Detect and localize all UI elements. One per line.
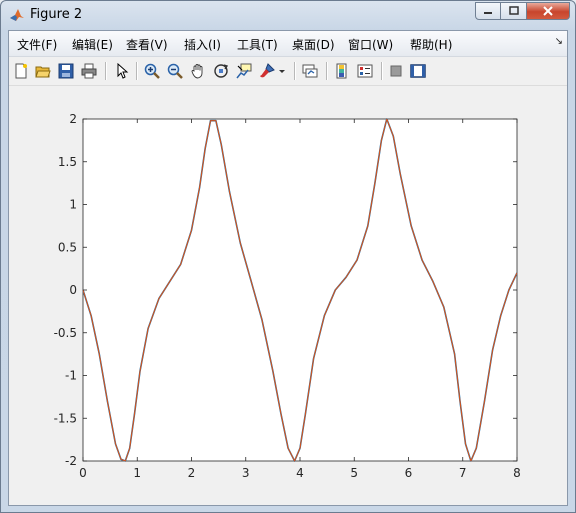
menu-desktop[interactable]: 桌面(D) (292, 36, 335, 53)
y-tick-label: 1 (69, 198, 77, 212)
x-tick-label: 8 (513, 466, 521, 480)
title-bar[interactable]: Figure 2 (1, 1, 575, 29)
rotate-3d-icon (214, 64, 229, 78)
close-icon (543, 6, 553, 16)
open-button[interactable] (34, 62, 52, 80)
hide-plot-tools-icon (390, 65, 402, 77)
minimize-button[interactable] (475, 2, 501, 20)
menu-bar: 文件(F) 编辑(E) 查看(V) 插入(I) 工具(T) 桌面(D) 窗口(W… (9, 31, 567, 57)
colorbar-icon (336, 63, 347, 79)
figure-canvas: 曲率 01234567821.510.50-0.5-1-1.5-2 (9, 86, 567, 505)
zoom-out-icon (167, 63, 183, 79)
minimize-icon (484, 12, 492, 14)
x-tick-label: 3 (242, 466, 250, 480)
x-tick-label: 5 (350, 466, 358, 480)
pan-hand-icon (191, 64, 203, 79)
menu-help[interactable]: 帮助(H) (410, 36, 452, 53)
open-icon (35, 66, 51, 78)
save-button[interactable] (57, 62, 75, 80)
hide-plot-tools-button[interactable] (387, 62, 405, 80)
brush-dropdown[interactable] (277, 62, 287, 80)
print-button[interactable] (80, 62, 98, 80)
x-tick-label: 0 (79, 466, 87, 480)
y-tick-label: 2 (69, 112, 77, 126)
y-tick-label: 0 (69, 283, 77, 297)
y-tick-label: -2 (65, 454, 77, 468)
print-icon (81, 63, 97, 79)
menu-edit[interactable]: 编辑(E) (72, 36, 113, 53)
close-button[interactable] (527, 2, 570, 20)
x-tick-label: 4 (296, 466, 304, 480)
brush-icon (260, 63, 275, 78)
legend-button[interactable] (356, 62, 374, 80)
x-tick-label: 7 (459, 466, 467, 480)
y-tick-label: -0.5 (54, 326, 77, 340)
y-tick-label: -1 (65, 369, 77, 383)
maximize-button[interactable] (501, 2, 527, 20)
plot-svg[interactable]: 0 1 2 3 4 5 6 7 8 2 1.5 1 0.5 0 -0.5 -1 -1.5 -2 (9, 86, 567, 505)
select-arrow-button[interactable] (113, 62, 131, 80)
colorbar-button[interactable] (333, 62, 351, 80)
show-plot-tools-button[interactable] (409, 62, 427, 80)
zoom-in-icon (144, 63, 160, 79)
rotate-3d-button[interactable] (212, 62, 230, 80)
data-cursor-button[interactable] (235, 62, 253, 80)
zoom-out-button[interactable] (166, 62, 184, 80)
menu-insert[interactable]: 插入(I) (184, 36, 221, 53)
toolbar-separator (294, 62, 296, 80)
pan-button[interactable] (189, 62, 207, 80)
zoom-in-button[interactable] (143, 62, 161, 80)
toolbar-separator (381, 62, 383, 80)
toolbar-separator (136, 62, 138, 80)
x-tick-label: 6 (405, 466, 413, 480)
menu-tools[interactable]: 工具(T) (237, 36, 278, 53)
x-tick-label: 2 (188, 466, 196, 480)
data-cursor-icon (236, 63, 252, 79)
menu-view[interactable]: 查看(V) (126, 36, 168, 53)
y-tick-label: -1.5 (54, 411, 77, 425)
window-title: Figure 2 (30, 7, 83, 22)
y-tick-label: 1.5 (58, 155, 77, 169)
matlab-logo-icon (10, 9, 24, 21)
window-controls (475, 2, 570, 22)
save-icon (58, 63, 74, 79)
x-tick-label: 1 (133, 466, 141, 480)
menu-file[interactable]: 文件(F) (17, 36, 57, 53)
show-plot-tools-icon (410, 64, 426, 78)
figure-window: Figure 2 文件(F) 编辑(E) 查看(V) 插入(I) 工具(T) 桌… (0, 0, 576, 513)
link-plot-button[interactable] (301, 62, 319, 80)
link-plot-icon (302, 64, 318, 78)
brush-button[interactable] (258, 62, 276, 80)
new-figure-icon (15, 63, 27, 79)
y-tick-label: 0.5 (58, 240, 77, 254)
new-figure-button[interactable] (12, 62, 30, 80)
figure-toolbar (9, 57, 567, 86)
axes-box (82, 118, 518, 462)
legend-icon (357, 64, 373, 78)
figure-client-area: 文件(F) 编辑(E) 查看(V) 插入(I) 工具(T) 桌面(D) 窗口(W… (8, 30, 568, 506)
maximize-icon (508, 6, 519, 15)
menu-overflow-icon[interactable]: ↘ (555, 36, 563, 47)
select-arrow-icon (117, 63, 129, 79)
dropdown-arrow-icon (279, 70, 285, 73)
toolbar-separator (105, 62, 107, 80)
toolbar-separator (326, 62, 328, 80)
menu-window[interactable]: 窗口(W) (348, 36, 393, 53)
